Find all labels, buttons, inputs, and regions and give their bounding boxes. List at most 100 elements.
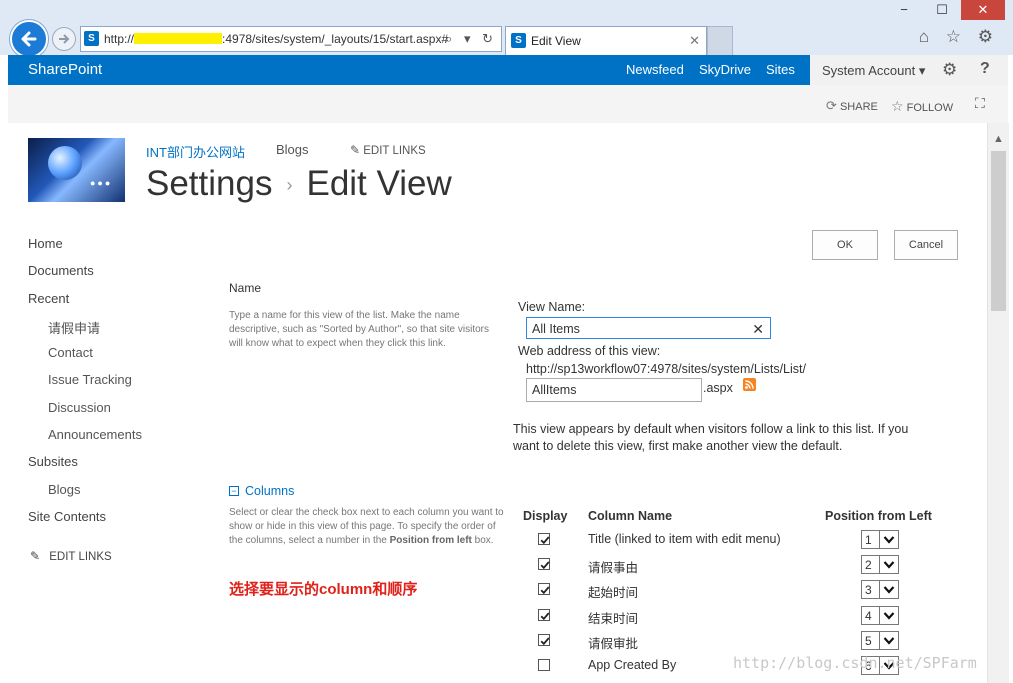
position-value: 3 (865, 583, 872, 597)
web-address-label: Web address of this view: (518, 344, 661, 358)
back-button[interactable] (10, 20, 48, 58)
address-suffix: :4978/sites/system/_layouts/15/start.asp… (222, 32, 449, 46)
view-name-input[interactable]: All Items ✕ (526, 317, 771, 339)
scroll-thumb[interactable] (991, 151, 1006, 311)
site-title-link[interactable]: INT部门办公网站 (146, 142, 245, 161)
position-value: 5 (865, 634, 872, 648)
display-checkbox[interactable] (538, 634, 550, 646)
rss-icon[interactable] (743, 378, 756, 391)
nav-recent[interactable]: Recent (28, 291, 69, 306)
position-select[interactable]: 2 (861, 555, 899, 574)
columns-section-header[interactable]: − Columns (229, 484, 294, 498)
name-section-description: Type a name for this view of the list. M… (229, 310, 489, 349)
columns-section-description: Select or clear the check box next to ea… (229, 506, 504, 548)
collapse-icon[interactable]: − (229, 486, 239, 496)
chevron-down-icon[interactable] (879, 607, 898, 624)
close-window-button[interactable]: ✕ (961, 0, 1005, 20)
checkmark-icon (540, 637, 550, 646)
cancel-button[interactable]: Cancel (894, 230, 958, 260)
scroll-up-icon[interactable]: ▲ (993, 133, 1004, 145)
sharepoint-tab-icon: S (511, 33, 526, 48)
help-icon[interactable]: ? (980, 60, 990, 78)
columns-desc-bold: Position from left (389, 535, 472, 546)
tab-title: Edit View (531, 34, 581, 48)
nav-discussion[interactable]: Discussion (48, 400, 111, 415)
focus-on-content-icon[interactable]: ⛶ (975, 95, 985, 112)
nav-documents[interactable]: Documents (28, 263, 94, 278)
position-select[interactable]: 1 (861, 530, 899, 549)
forward-button[interactable] (52, 27, 76, 51)
position-select[interactable]: 3 (861, 580, 899, 599)
globe-icon (48, 146, 82, 180)
suite-right-panel: System Account ▾ ⚙ ? (810, 55, 1008, 85)
account-menu[interactable]: System Account ▾ (822, 63, 925, 79)
nav-site-contents[interactable]: Site Contents (28, 509, 106, 524)
follow-button[interactable]: ☆ FOLLOW (891, 98, 953, 115)
display-checkbox[interactable] (538, 583, 550, 595)
chevron-down-icon[interactable] (879, 581, 898, 598)
header-position: Position from Left (825, 509, 932, 523)
browser-tab[interactable]: S Edit View ✕ (505, 26, 707, 55)
header-column-name: Column Name (588, 509, 673, 523)
forward-arrow-icon (59, 34, 70, 44)
nav-home[interactable]: Home (28, 236, 63, 251)
column-name: 请假审批 (588, 637, 639, 651)
address-actions-icon[interactable]: ⌕ ▾ ↻ (445, 27, 497, 51)
site-logo[interactable]: ●●● (28, 138, 125, 202)
nav-subsites[interactable]: Subsites (28, 454, 78, 469)
new-tab-button[interactable] (707, 26, 733, 55)
nav-issue-tracking[interactable]: Issue Tracking (48, 372, 132, 387)
ok-button[interactable]: OK (812, 230, 878, 260)
display-checkbox[interactable] (538, 558, 550, 570)
nav-blogs[interactable]: Blogs (48, 482, 81, 497)
chevron-down-icon[interactable] (879, 531, 898, 548)
skydrive-link[interactable]: SkyDrive (699, 62, 751, 77)
display-checkbox[interactable] (538, 659, 550, 671)
position-select[interactable]: 4 (861, 606, 899, 625)
view-url-input[interactable]: AllItems (526, 378, 702, 402)
nav-announcements[interactable]: Announcements (48, 427, 142, 442)
nav-edit-links[interactable]: ✎ EDIT LINKS (30, 549, 112, 563)
clear-input-icon[interactable]: ✕ (752, 318, 764, 340)
share-button[interactable]: ⟳ SHARE (826, 98, 878, 114)
column-name: 起始时间 (588, 586, 639, 600)
sites-link[interactable]: Sites (766, 62, 795, 77)
pencil-icon: ✎ (30, 549, 41, 563)
columns-section-title: Columns (245, 484, 295, 498)
sharepoint-brand[interactable]: SharePoint (28, 61, 102, 78)
minimize-button[interactable]: − (885, 0, 923, 20)
display-checkbox[interactable] (538, 533, 550, 545)
position-select[interactable]: 5 (861, 631, 899, 650)
browser-toolbar-icons[interactable]: ⌂ ☆ ⚙ (919, 27, 999, 47)
address-bar[interactable]: S http://:4978/sites/system/_layouts/15/… (80, 26, 502, 52)
display-checkbox[interactable] (538, 609, 550, 621)
tab-close-icon[interactable]: ✕ (689, 27, 700, 55)
address-text: http:// :4978/sites/system/_layouts/15/st… (104, 27, 448, 51)
chevron-down-icon[interactable] (879, 632, 898, 649)
view-url-value: AllItems (532, 383, 577, 397)
annotation-text: 选择要显示的column和顺序 (229, 581, 418, 598)
topnav-blogs[interactable]: Blogs (276, 142, 309, 157)
gear-icon[interactable]: ⚙ (942, 60, 957, 80)
checkmark-icon (540, 586, 550, 595)
chevron-down-icon[interactable] (879, 556, 898, 573)
default-view-note: This view appears by default when visito… (513, 422, 909, 453)
topnav-edit-links[interactable]: ✎ EDIT LINKS (350, 143, 426, 157)
web-address-prefix: http://sp13workflow07:4978/sites/system/… (526, 362, 806, 376)
breadcrumb-settings[interactable]: Settings (146, 164, 272, 203)
url-suffix: .aspx (703, 381, 733, 395)
nav-leave-request[interactable]: 请假申请 (48, 318, 100, 337)
star-icon: ☆ (891, 98, 904, 114)
logo-dots: ●●● (90, 178, 113, 188)
back-arrow-icon (21, 31, 37, 47)
watermark: http://blog.csdn.net/SPFarm (733, 654, 977, 672)
share-icon: ⟳ (826, 98, 837, 113)
address-prefix: http:// (104, 32, 135, 46)
maximize-button[interactable]: ☐ (923, 0, 961, 20)
address-redacted (134, 33, 223, 44)
nav-contact[interactable]: Contact (48, 345, 93, 360)
nav-edit-links-label: EDIT LINKS (49, 551, 112, 563)
vertical-scrollbar[interactable]: ▲ (987, 123, 1009, 683)
newsfeed-link[interactable]: Newsfeed (626, 62, 684, 77)
browser-chrome: − ☐ ✕ S http://:4978/sites/system/_layou… (0, 0, 1013, 58)
